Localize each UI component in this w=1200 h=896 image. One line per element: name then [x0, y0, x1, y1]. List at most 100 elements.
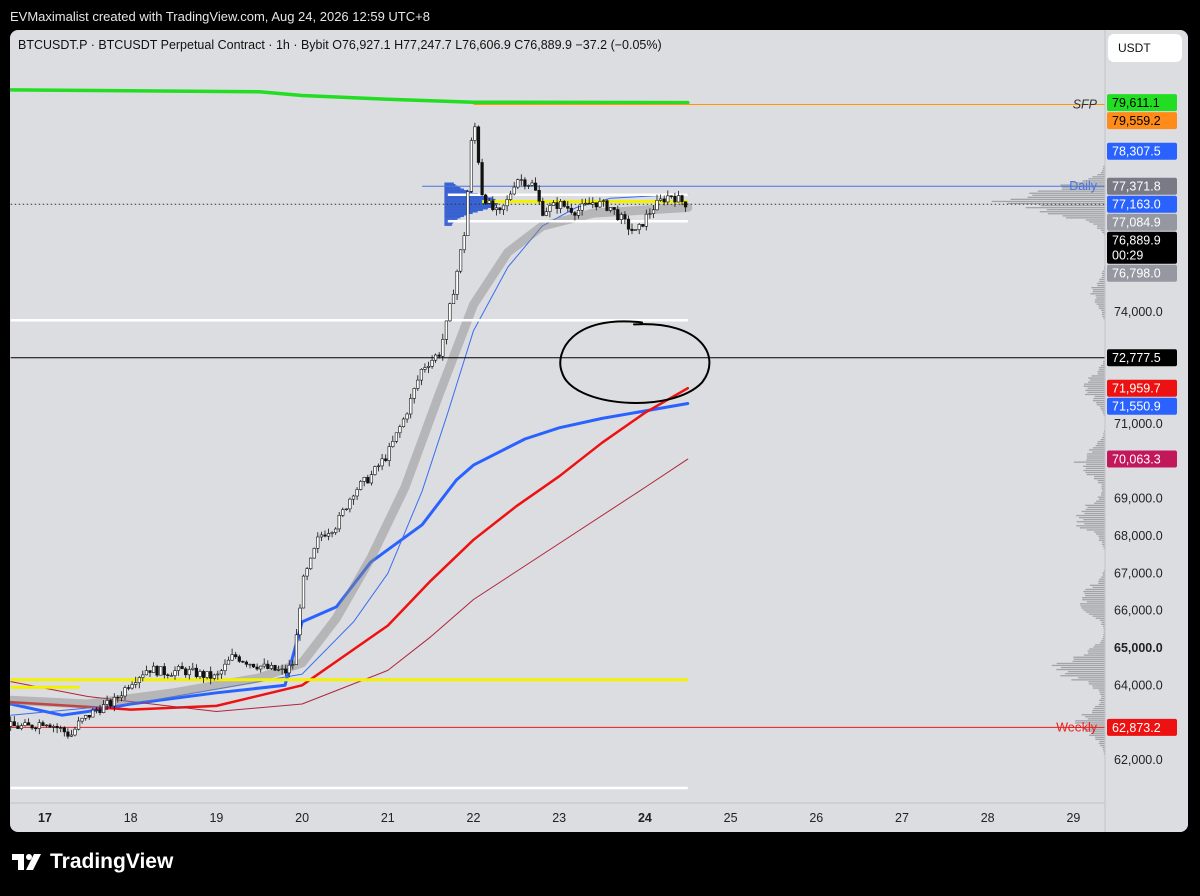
volume-profile-bar: [1099, 278, 1105, 281]
candle-body: [387, 446, 391, 461]
candle-body: [683, 201, 688, 208]
volume-profile-bar: [1083, 385, 1105, 387]
volume-profile-bar: [1083, 590, 1105, 593]
candle-body: [616, 209, 620, 220]
volume-profile-bar: [1098, 580, 1105, 582]
volume-profile-bar: [1101, 494, 1105, 496]
candle-body: [419, 369, 424, 381]
session-profile-bar: [444, 190, 469, 192]
candle-body: [269, 664, 274, 669]
candle-body: [473, 126, 477, 141]
volume-profile-bar: [1099, 406, 1105, 408]
volume-profile-bar: [1088, 652, 1105, 654]
volume-profile-right: [991, 165, 1105, 755]
volume-profile-bar: [1095, 295, 1105, 297]
candle-body: [412, 388, 416, 399]
session-profile-bar: [444, 213, 469, 216]
volume-profile-bar: [1091, 375, 1105, 377]
volume-profile-bar: [1095, 736, 1105, 738]
price-tag: 79,559.2: [1107, 112, 1177, 130]
candle-body: [348, 498, 352, 510]
candle-body: [44, 724, 48, 727]
candle-body: [259, 665, 263, 670]
x-tick-label: 17: [38, 811, 52, 825]
candle-body: [641, 224, 645, 227]
candle-body: [444, 320, 449, 340]
candle-body: [626, 218, 631, 230]
volume-profile-bar: [1098, 582, 1105, 584]
volume-profile-bar: [1076, 521, 1105, 523]
volume-profile-bar: [1096, 297, 1105, 299]
session-profile-bar: [444, 204, 496, 207]
volume-profile-bar: [1085, 595, 1105, 597]
candle-body: [501, 205, 506, 211]
candle-body: [144, 670, 149, 676]
candle-body: [448, 303, 452, 322]
time-axis: 17 18 19 20 21 22 23 24 25 26 27 28 29: [38, 811, 1080, 825]
candle-body: [651, 209, 656, 214]
price-tag: 77,163.0: [1107, 195, 1177, 213]
price-chart[interactable]: SFP Daily Weekly 62,000.0 64,000.0 65,000.0 6…: [10, 30, 1188, 832]
x-tick-label: 18: [124, 811, 138, 825]
currency-button[interactable]: USDT: [1108, 34, 1182, 62]
candle-body: [66, 731, 70, 737]
candle-body: [34, 727, 38, 730]
volume-profile-bar: [1086, 455, 1105, 457]
candle-body: [330, 532, 334, 534]
ma-line-0: [10, 88, 690, 105]
candle-body: [127, 687, 131, 689]
candle-body: [508, 193, 513, 200]
volume-profile-bar: [1083, 465, 1105, 467]
volume-profile-bar: [1087, 391, 1105, 393]
volume-profile-bar: [1051, 664, 1105, 667]
volume-profile-bar: [1096, 404, 1105, 406]
candle-body: [294, 634, 299, 665]
session-profile-bar: [444, 222, 453, 225]
candle-body: [551, 202, 556, 206]
volume-profile-bar: [1084, 512, 1105, 515]
volume-profile-bar: [1098, 482, 1105, 484]
volume-profile-bar: [1098, 369, 1105, 371]
candle-body: [276, 669, 281, 671]
volume-profile-bar: [1101, 309, 1105, 311]
candle-body: [77, 720, 81, 730]
volume-profile-bar: [1095, 738, 1105, 740]
price-tag: 79,611.1: [1107, 94, 1177, 112]
candle-body: [469, 140, 474, 192]
price-tag: 71,550.9: [1107, 397, 1177, 415]
volume-profile-bar: [1083, 469, 1105, 472]
candle-body: [516, 179, 520, 188]
candle-body: [309, 557, 313, 569]
candle-body: [198, 671, 202, 678]
volume-profile-bar: [1080, 605, 1105, 607]
candle-body: [505, 199, 509, 207]
volume-profile-bar: [1027, 196, 1105, 198]
volume-profile-bar: [991, 200, 1105, 203]
y-tick-label: 71,000.0: [1114, 417, 1163, 431]
chart-panel[interactable]: SFP Daily Weekly 62,000.0 64,000.0 65,000.0 6…: [10, 30, 1188, 832]
volume-profile-bar: [1092, 586, 1105, 589]
volume-profile-bar: [1073, 461, 1105, 463]
volume-profile-bar: [1101, 640, 1105, 642]
candle-body: [251, 663, 256, 668]
volume-profile-bar: [1085, 504, 1105, 506]
x-tick-label: 19: [209, 811, 223, 825]
ma-line-2: [10, 386, 690, 711]
volume-profile-bar: [1094, 301, 1105, 303]
candle-body: [291, 664, 295, 666]
candle-body: [316, 536, 320, 549]
candle-body: [255, 666, 259, 670]
volume-profile-bar: [1094, 395, 1105, 398]
volume-profile-bar: [1079, 603, 1105, 605]
volume-profile-bar: [1100, 701, 1105, 704]
volume-profile-bar: [1084, 383, 1105, 385]
volume-profile-bar: [1068, 671, 1105, 673]
candle-body: [537, 190, 541, 202]
volume-profile-bar: [1085, 716, 1105, 718]
candle-body: [109, 700, 113, 707]
volume-profile-bar: [1088, 613, 1105, 615]
candle-body: [223, 663, 227, 672]
candle-body: [59, 727, 63, 729]
ma-line-3: [10, 458, 689, 712]
candle-body: [494, 207, 499, 211]
